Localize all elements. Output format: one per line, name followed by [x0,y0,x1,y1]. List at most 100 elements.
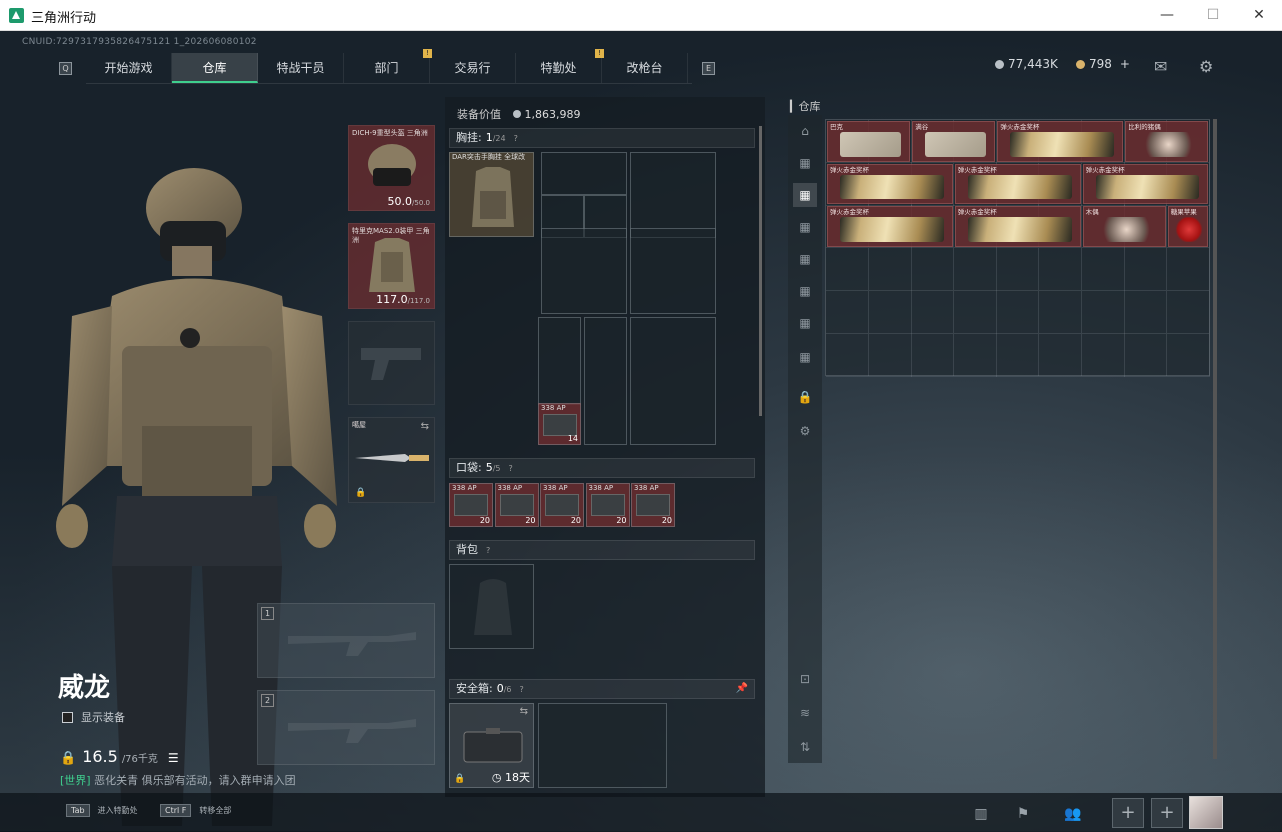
backpack-slot[interactable] [449,564,534,649]
chest-rig-grid-cell[interactable] [541,152,627,195]
warehouse-grid-cell[interactable] [1039,248,1082,292]
warehouse-tab-3-icon[interactable]: ▦ [793,215,817,239]
warehouse-item[interactable]: 弹火赤金奖杯 [997,121,1124,162]
warehouse-grid-cell[interactable] [996,333,1040,377]
hotkey-enter-special-ops[interactable]: Tab 进入特勤处 [66,804,138,817]
tab-special-ops[interactable]: 特勤处! [516,49,604,83]
loadout-scrollbar[interactable] [759,126,762,416]
ammo-item[interactable]: 338 AP 20 [540,483,584,527]
warehouse-item[interactable]: 比利的猪偶 [1125,121,1209,162]
warehouse-item[interactable]: 弹火赤金奖杯 [954,206,1081,248]
chest-rig-grid-cell[interactable] [630,152,716,238]
sort-icon[interactable]: ⇅ [793,735,817,759]
ammo-item[interactable]: 338 AP 20 [494,483,539,527]
warehouse-tab-all-icon[interactable]: ⌂ [793,119,817,143]
minimize-button[interactable]: — [1144,4,1190,26]
help-icon[interactable]: ? [514,134,518,143]
show-gear-toggle[interactable]: 显示装备 [62,709,125,725]
nav-prev-key[interactable]: Q [59,61,72,75]
warehouse-grid-cell[interactable] [1166,290,1210,334]
chest-rig-grid-cell[interactable] [630,317,716,445]
close-button[interactable]: ✕ [1236,4,1282,26]
help-icon[interactable]: ? [486,546,490,555]
warehouse-grid-cell[interactable] [1124,248,1168,292]
player-avatar[interactable] [1189,796,1223,829]
warehouse-tab-6-icon[interactable]: ▦ [793,311,817,335]
warehouse-grid-cell[interactable] [1081,248,1125,292]
invite-slot-1-button[interactable]: + [1112,798,1144,828]
silver-currency[interactable]: 77,443K [995,57,1058,71]
warehouse-item[interactable]: 巴克 [827,121,911,162]
warehouse-item[interactable]: 弹火赤金奖杯 [954,163,1081,205]
warehouse-grid-cell[interactable] [1081,333,1125,377]
warehouse-grid-cell[interactable] [953,248,997,292]
chest-rig-grid-cell[interactable] [584,317,627,445]
safe-box-item[interactable]: ⇆ 🔒 ◷ 18天 [449,703,534,788]
warehouse-item[interactable]: 弹火赤金奖杯 [827,163,953,205]
warehouse-grid-cell[interactable] [911,333,955,377]
show-gear-checkbox[interactable] [62,711,73,723]
help-icon[interactable]: ? [509,464,513,473]
warehouse-tab-2-icon[interactable]: ▦ [793,183,817,207]
warehouse-grid-cell[interactable] [1081,290,1125,334]
friends-icon[interactable]: 👥 [1060,801,1086,827]
helmet-slot[interactable]: DICH-9重型头盔 三角洲 50.0/50.0 [348,125,435,211]
warehouse-item[interactable]: 木偶 [1082,206,1166,248]
flag-icon[interactable]: ⚑ [1010,801,1036,827]
settings-gear-icon[interactable]: ⚙ [1199,57,1213,76]
primary-weapon-slot[interactable]: 1 [257,603,435,678]
warehouse-grid-cell[interactable] [868,333,912,377]
tab-trading[interactable]: 交易行 [430,53,516,83]
warehouse-grid-cell[interactable] [911,290,955,334]
warehouse-item[interactable]: 糖果苹果 [1167,206,1209,248]
warehouse-grid-cell[interactable] [996,290,1040,334]
chest-rig-item[interactable]: DAR突击手胸挂 全球改 [449,152,534,237]
warehouse-item[interactable]: 弹火赤金奖杯 [827,206,953,248]
warehouse-scrollbar[interactable] [1213,119,1217,759]
tab-department[interactable]: 部门! [344,49,432,83]
settings-gear-icon[interactable]: ⚙ [793,419,817,443]
warehouse-item[interactable]: 弹火赤金奖杯 [1082,163,1209,205]
help-icon[interactable]: ? [520,685,524,694]
maximize-button[interactable]: ☐ [1190,4,1236,26]
warehouse-grid-cell[interactable] [996,248,1040,292]
warehouse-grid-cell[interactable] [953,290,997,334]
warehouse-grid-cell[interactable] [826,248,869,292]
warehouse-grid-cell[interactable] [1166,248,1210,292]
swap-icon[interactable]: ⇆ [421,421,429,432]
ammo-item[interactable]: 338 AP 20 [449,483,493,527]
armor-slot[interactable]: 特里克MAS2.0装甲 三角洲 117.0/117.0 [348,223,435,309]
tab-warehouse[interactable]: 仓库 [172,53,258,83]
secondary-weapon-slot[interactable]: 2 [257,690,435,765]
warehouse-item[interactable]: 满谷 [912,121,996,162]
warehouse-tab-5-icon[interactable]: ▦ [793,279,817,303]
warehouse-tab-7-icon[interactable]: ▦ [793,345,817,369]
warehouse-grid-cell[interactable] [1166,333,1210,377]
lock-icon[interactable]: 🔒 [793,385,817,409]
chest-rig-grid-cell[interactable] [538,317,581,405]
tab-start-game[interactable]: 开始游戏 [86,53,172,83]
tab-operators[interactable]: 特战干员 [258,53,344,83]
ammo-item[interactable]: 338 AP 20 [631,483,675,527]
warehouse-grid-cell[interactable] [868,248,912,292]
ammo-item[interactable]: 338 AP 14 [538,403,581,445]
stats-chart-icon[interactable]: ▥ [968,801,994,827]
sell-icon[interactable]: ⊡ [793,667,817,691]
gold-currency[interactable]: 798 + [1076,57,1130,71]
chat-line[interactable]: [世界] 恶化关青 俱乐部有活动，请入群申请入团 [60,772,296,788]
warehouse-tab-1-icon[interactable]: ▦ [793,151,817,175]
warehouse-grid-cell[interactable] [1124,333,1168,377]
tab-gunsmith[interactable]: 改枪台 [602,53,688,83]
invite-slot-2-button[interactable]: + [1151,798,1183,828]
safe-box-grid-cell[interactable] [538,703,667,788]
weight-details-icon[interactable]: ☰ [168,751,179,765]
swap-icon[interactable]: ⇆ [520,706,528,717]
melee-slot[interactable]: 噶屋 ⇆ 🔒 [348,417,435,503]
warehouse-grid-cell[interactable] [826,333,869,377]
warehouse-grid-cell[interactable] [868,290,912,334]
nav-next-key[interactable]: E [702,61,715,75]
mail-icon[interactable]: ✉ [1154,57,1167,76]
warehouse-grid-cell[interactable] [911,248,955,292]
ammo-item[interactable]: 338 AP 20 [585,483,630,527]
warehouse-grid-cell[interactable] [826,290,869,334]
